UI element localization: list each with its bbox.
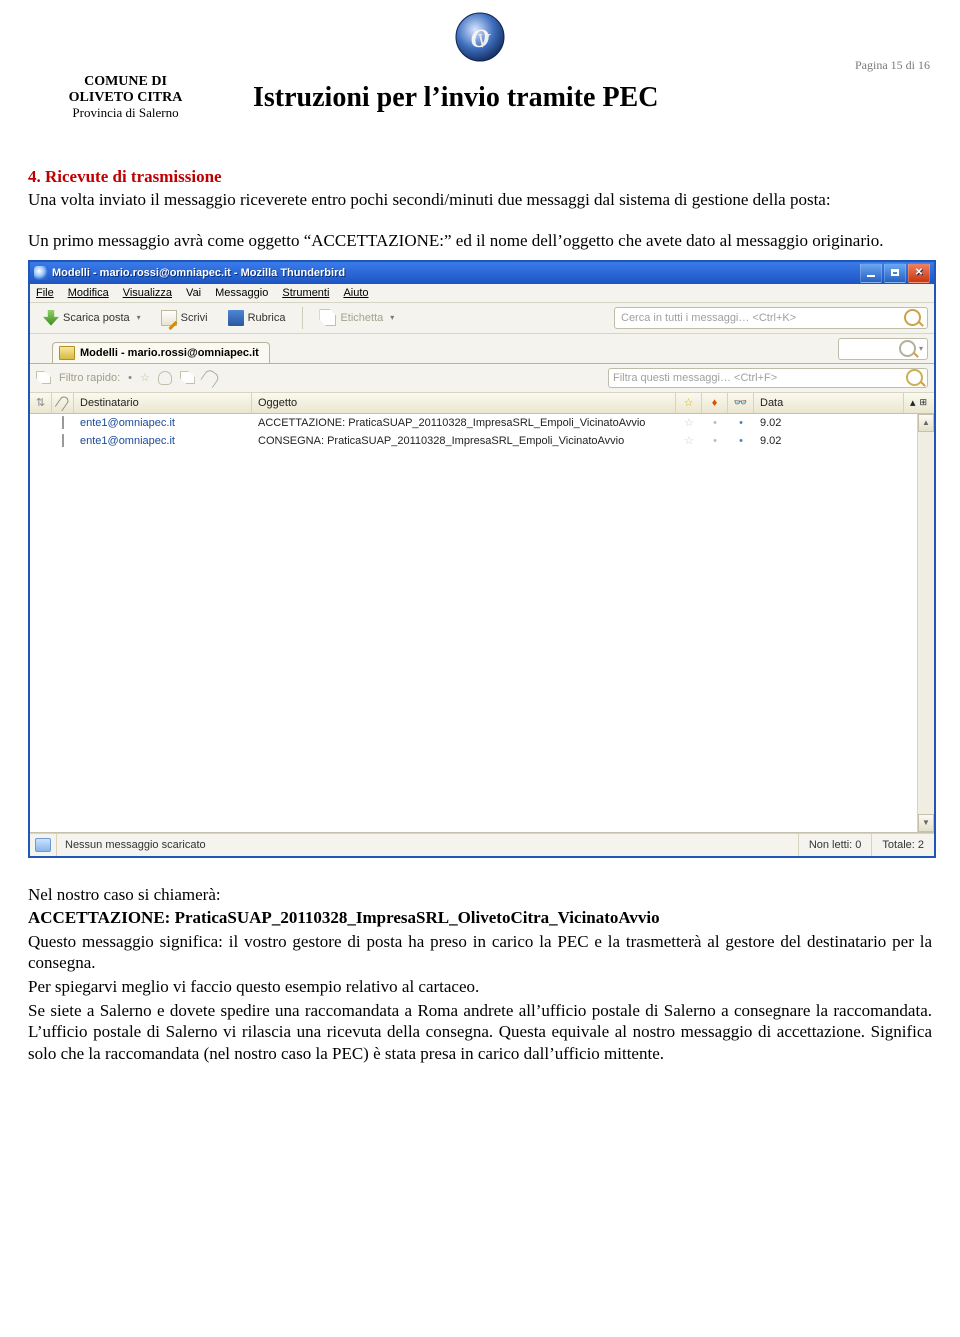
quick-filter-label: Filtro rapido:	[59, 372, 120, 384]
intro-paragraph-1: Una volta inviato il messaggio riceveret…	[28, 189, 932, 210]
tab-label: Modelli - mario.rossi@omniapec.it	[80, 347, 259, 359]
after-p5: Se siete a Salerno e dovete spedire una …	[28, 1000, 932, 1065]
column-subject[interactable]: Oggetto	[252, 393, 676, 413]
tag-label: Etichetta	[340, 312, 383, 324]
get-mail-button[interactable]: Scarica posta	[36, 307, 148, 329]
column-recipient[interactable]: Destinatario	[74, 393, 252, 413]
global-search-input[interactable]: Cerca in tutti i messaggi… <Ctrl+K>	[614, 307, 928, 329]
comune-logo: O V	[28, 10, 932, 64]
quick-search-dropdown[interactable]: ▾	[838, 338, 928, 360]
column-headers: ⇅ Destinatario Oggetto ☆ ♦ 👓 Data ▴⊞	[30, 393, 934, 414]
global-search-placeholder: Cerca in tutti i messaggi… <Ctrl+K>	[621, 312, 796, 324]
menu-go[interactable]: Vai	[186, 287, 201, 299]
activity-indicator[interactable]	[30, 834, 57, 856]
comune-block: COMUNE DI OLIVETO CITRA Provincia di Sal…	[28, 74, 223, 121]
folder-icon	[59, 346, 75, 360]
message-row[interactable]: ente1@omniapec.it ACCETTAZIONE: PraticaS…	[30, 414, 934, 432]
toolbar-separator	[302, 307, 303, 329]
window-minimize-button[interactable]	[860, 263, 882, 283]
quick-filter-bar: Filtro rapido: • ☆ Filtra questi messagg…	[30, 364, 934, 393]
magnifier-icon	[899, 340, 916, 357]
address-book-label: Rubrica	[248, 312, 286, 324]
tag-icon	[319, 309, 336, 326]
status-bar: Nessun messaggio scaricato Non letti: 0 …	[30, 833, 934, 856]
filter-contacts-icon[interactable]	[158, 371, 172, 385]
address-book-icon	[228, 310, 244, 326]
write-label: Scrivi	[181, 312, 208, 324]
column-junk-icon[interactable]: ♦	[702, 393, 728, 413]
download-icon	[43, 310, 59, 326]
filter-search-placeholder: Filtra questi messaggi… <Ctrl+F>	[613, 372, 777, 384]
window-close-button[interactable]	[908, 263, 930, 283]
after-p1: Nel nostro caso si chiamerà:	[28, 884, 932, 906]
column-date[interactable]: Data	[754, 393, 904, 413]
compose-icon	[161, 310, 177, 326]
message-list: ente1@omniapec.it ACCETTAZIONE: PraticaS…	[30, 414, 934, 833]
menu-bar: File Modifica Visualizza Vai Messaggio S…	[30, 284, 934, 303]
thunderbird-icon	[34, 266, 48, 280]
message-row[interactable]: ente1@omniapec.it CONSEGNA: PraticaSUAP_…	[30, 432, 934, 450]
row-date: 9.02	[754, 417, 904, 429]
page-number: Pagina 15 di 16	[855, 58, 930, 73]
after-p2: ACCETTAZIONE: PraticaSUAP_20110328_Impre…	[28, 907, 932, 929]
tab-strip: Modelli - mario.rossi@omniapec.it ▾	[30, 334, 934, 364]
magnifier-icon	[906, 369, 923, 386]
filter-starred-icon[interactable]: ☆	[140, 371, 150, 384]
filter-tags-icon[interactable]	[180, 371, 195, 384]
section-heading: 4. Ricevute di trasmissione	[28, 167, 932, 187]
activity-icon	[35, 838, 51, 852]
get-mail-label: Scarica posta	[63, 312, 130, 324]
scroll-down-button[interactable]: ▼	[918, 814, 934, 832]
status-message: Nessun messaggio scaricato	[57, 839, 798, 851]
window-title-bar[interactable]: Modelli - mario.rossi@omniapec.it - Mozi…	[30, 262, 934, 284]
column-picker[interactable]: ▴⊞	[904, 393, 934, 413]
menu-message[interactable]: Messaggio	[215, 287, 268, 299]
menu-help[interactable]: Aiuto	[343, 287, 368, 299]
filter-attachments-icon[interactable]	[200, 368, 220, 388]
status-total: Totale: 2	[871, 834, 934, 856]
after-p4: Per spiegarvi meglio vi faccio questo es…	[28, 976, 932, 998]
tab-models[interactable]: Modelli - mario.rossi@omniapec.it	[52, 342, 270, 363]
magnifier-icon	[904, 309, 921, 326]
comune-line-3: Provincia di Salerno	[28, 106, 223, 121]
after-p3: Questo messaggio significa: il vostro ge…	[28, 931, 932, 974]
status-unread: Non letti: 0	[798, 834, 872, 856]
page-title: Istruzioni per l’invio tramite PEC	[253, 82, 658, 114]
main-toolbar: Scarica posta Scrivi Rubrica Etichetta C…	[30, 303, 934, 334]
intro-paragraph-2: Un primo messaggio avrà come oggetto “AC…	[28, 230, 932, 251]
column-thread[interactable]: ⇅	[30, 393, 52, 413]
menu-view[interactable]: Visualizza	[123, 287, 172, 299]
window-title: Modelli - mario.rossi@omniapec.it - Mozi…	[52, 267, 345, 279]
address-book-button[interactable]: Rubrica	[221, 307, 293, 329]
tag-button[interactable]: Etichetta	[313, 307, 400, 328]
menu-edit[interactable]: Modifica	[68, 287, 109, 299]
scroll-up-button[interactable]: ▲	[918, 414, 934, 432]
comune-line-1: COMUNE DI	[28, 74, 223, 90]
window-maximize-button[interactable]	[884, 263, 906, 283]
scrollbar-vertical[interactable]: ▲ ▼	[917, 414, 934, 832]
row-subject: CONSEGNA: PraticaSUAP_20110328_ImpresaSR…	[252, 435, 676, 447]
row-recipient: ente1@omniapec.it	[74, 417, 252, 429]
comune-line-2: OLIVETO CITRA	[28, 90, 223, 106]
menu-tools[interactable]: Strumenti	[282, 287, 329, 299]
quick-filter-icon	[36, 371, 51, 384]
row-date: 9.02	[754, 435, 904, 447]
menu-file[interactable]: File	[36, 287, 54, 299]
write-button[interactable]: Scrivi	[154, 307, 215, 329]
row-recipient: ente1@omniapec.it	[74, 435, 252, 447]
filter-search-input[interactable]: Filtra questi messaggi… <Ctrl+F>	[608, 368, 928, 388]
row-subject: ACCETTAZIONE: PraticaSUAP_20110328_Impre…	[252, 417, 676, 429]
column-read-icon[interactable]: 👓	[728, 393, 754, 413]
column-star-icon[interactable]: ☆	[676, 393, 702, 413]
column-attachment-icon[interactable]	[52, 393, 74, 413]
thunderbird-window: Modelli - mario.rossi@omniapec.it - Mozi…	[28, 260, 936, 858]
